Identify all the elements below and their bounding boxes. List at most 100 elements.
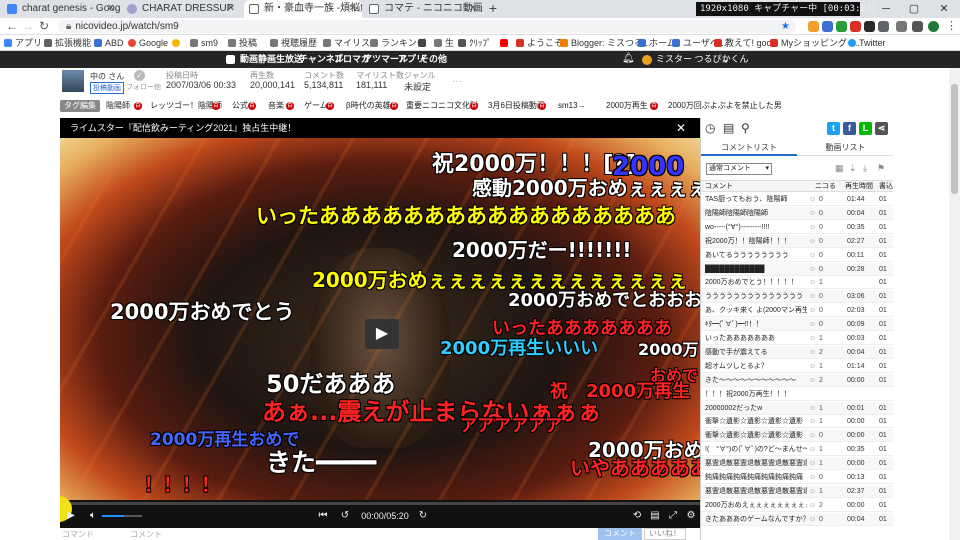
table-row[interactable]: 悪霊退散悪霊退散悪霊退散悪霊退散 ☺ 1 02:37 01 — [701, 484, 893, 498]
dictionary-icon[interactable]: 百 — [286, 102, 294, 110]
table-row[interactable]: 20000002だったw ☺ 1 00:01 01 — [701, 401, 893, 415]
bookmark-welcome[interactable]: ようこそ — [516, 35, 563, 51]
page-scrollbar[interactable] — [949, 68, 960, 540]
back-icon[interactable]: ← — [4, 18, 20, 35]
dictionary-icon[interactable]: 百 — [650, 102, 658, 110]
table-row[interactable]: 陰陽師陰陽師陰陽師 ☺ 0 00:04 01 — [701, 206, 893, 220]
close-tab-icon[interactable]: ✕ — [107, 0, 115, 18]
bookmark-upload[interactable]: 投稿 — [228, 35, 257, 51]
table-row[interactable]: あ、クッキ来く よ(2000マン再生記 ☺ 0 02:03 01 — [701, 304, 893, 318]
nicoru-icon[interactable]: ☺ — [809, 304, 816, 317]
bookmark-twitter[interactable]: Twitter — [848, 35, 886, 51]
fullscreen-icon[interactable]: ⤢ — [666, 509, 680, 523]
tag-edit-button[interactable]: タグ編集 — [60, 100, 100, 112]
seek-bar[interactable] — [60, 502, 700, 505]
tag-item[interactable]: ゲーム — [304, 98, 328, 114]
bookmark-home[interactable]: ホーム — [638, 35, 676, 51]
minimize-icon[interactable]: ─ — [872, 0, 900, 18]
nicoru-icon[interactable]: ☺ — [809, 221, 816, 234]
table-row[interactable]: 祝2000万！！陰陽師！！！ ☺ 0 02:27 01 — [701, 234, 893, 248]
close-tab-icon[interactable]: ✕ — [349, 0, 357, 18]
uploader-badge[interactable]: 投稿動画 — [90, 82, 124, 94]
table-row[interactable]: 悪霊退散悪霊退散悪霊退散悪霊退散 ☺ 1 00:00 01 — [701, 457, 893, 471]
comment-sort-select[interactable]: 通常コメント ▾ — [706, 163, 772, 175]
table-row[interactable]: ████████████ ☺ 0 00:28 01 — [701, 262, 893, 276]
nav-other[interactable]: その他 — [420, 51, 447, 68]
comment-toggle-icon[interactable]: ▤ — [648, 509, 662, 523]
nicoru-icon[interactable]: ☺ — [809, 276, 816, 289]
table-row[interactable]: あいてるうううううううう ☺ 0 00:11 01 — [701, 249, 893, 262]
dictionary-icon[interactable]: 百 — [134, 102, 142, 110]
nicoru-icon[interactable]: ☺ — [809, 235, 816, 248]
scroll-icon[interactable]: ⇣ — [849, 163, 857, 174]
nicoru-icon[interactable]: ☺ — [809, 443, 816, 456]
nicoru-icon[interactable]: ☺ — [809, 471, 816, 484]
table-row[interactable]: いったあああああああ ☺ 1 00:03 01 — [701, 332, 893, 345]
video-frame[interactable]: 祝2000万！！！[?]2000感動2000万おめぇぇぇぇぇぇいったああああああ… — [60, 138, 700, 500]
skip-back-icon[interactable]: ⏮ — [316, 509, 330, 523]
close-tab-icon[interactable]: ✕ — [227, 0, 235, 18]
command-input[interactable]: コマンド — [62, 529, 94, 540]
niconico-logo-icon[interactable] — [226, 55, 235, 64]
header-comment[interactable]: コメント — [705, 181, 733, 192]
extension-icon[interactable] — [822, 21, 833, 32]
extension-icon[interactable] — [850, 21, 861, 32]
browser-tab-4[interactable]: コマテ - ニコニコ動画 ✕ — [364, 0, 482, 18]
volume-slider[interactable] — [102, 515, 142, 517]
nicoru-icon[interactable]: ☺ — [809, 346, 816, 359]
table-row[interactable]: きた～～～～～～～～～～～ ☺ 2 00:00 01 — [701, 373, 893, 387]
dictionary-icon[interactable]: 百 — [538, 102, 546, 110]
bookmark-shopping[interactable]: Myショッピング -... — [770, 35, 860, 51]
calendar-icon[interactable]: ▦ — [835, 163, 844, 174]
table-row[interactable]: 超オムツしとるよ？ ☺ 1 01:14 01 — [701, 360, 893, 373]
table-row[interactable]: 衝撃☆遺影☆遺影☆遺影☆遺影 ☺ 0 00:00 01 — [701, 429, 893, 443]
tag-item[interactable]: 2000万再生 — [606, 98, 648, 114]
nicoru-icon[interactable]: ☺ — [809, 457, 816, 470]
follow-label[interactable]: フォロー他 — [126, 82, 161, 92]
bookmark-apps[interactable]: アプリ — [4, 35, 42, 51]
table-row[interactable]: 2000万おめえぇぇぇぇぇぇぇぇぇ ☺ 2 00:00 01 — [701, 499, 893, 512]
table-row[interactable]: ！！！祝2000万再生！！！ — [701, 388, 893, 401]
nicoad-icon[interactable]: ⚲ — [741, 121, 750, 135]
facebook-share-icon[interactable]: f — [843, 122, 856, 135]
bookmark-sm9[interactable]: sm9 — [190, 35, 218, 51]
like-button[interactable]: いいね！ — [644, 528, 686, 540]
nicoru-icon[interactable]: ☺ — [809, 485, 816, 498]
dictionary-icon[interactable]: 百 — [390, 102, 398, 110]
reload-icon[interactable]: ↻ — [36, 18, 52, 35]
bookmark-clip[interactable]: ｸﾘｯﾌﾟ — [458, 35, 492, 51]
bookmark-tool[interactable] — [418, 35, 429, 51]
play-overlay-button[interactable]: ▶ — [365, 319, 399, 349]
browser-tab-2[interactable]: CHARAT DRESSUP ✕ — [122, 0, 240, 18]
nicoru-icon[interactable]: ☺ — [809, 429, 816, 442]
tag-item[interactable]: sm13→ — [558, 98, 586, 114]
twitter-share-icon[interactable]: t — [827, 122, 840, 135]
avatar[interactable] — [928, 21, 939, 32]
close-icon[interactable]: ✕ — [674, 121, 688, 135]
extension-icon[interactable] — [836, 21, 847, 32]
report-icon[interactable]: ⚑ — [877, 163, 885, 174]
tag-item[interactable]: 音楽 — [268, 98, 284, 114]
table-row[interactable]: wo-----(°∀°)---------!!!! ☺ 0 00:35 01 — [701, 221, 893, 234]
tag-item[interactable]: 2000万回ぷよぷよを禁止した男 — [668, 98, 782, 114]
more-icon[interactable]: … — [452, 74, 462, 85]
extension-icon[interactable] — [864, 21, 875, 32]
volume-icon[interactable]: 🔈︎ — [86, 509, 100, 523]
bookmark-history[interactable]: 視聴履歴 — [270, 35, 317, 51]
media-control-icon[interactable] — [912, 21, 923, 32]
rewind-10-icon[interactable]: ↺ — [338, 509, 352, 523]
bookmark-star-icon[interactable]: ★ — [781, 20, 790, 33]
table-row[interactable]: TAS厨ってもおう、陰陽師 ☺ 0 01:44 01 — [701, 193, 893, 206]
submit-comment-button[interactable]: コメント — [598, 528, 642, 540]
nicoru-icon[interactable]: ☺ — [809, 263, 816, 276]
extension-icon[interactable] — [808, 21, 819, 32]
forward-icon[interactable]: → — [20, 18, 36, 35]
maximize-icon[interactable]: ▢ — [900, 0, 928, 18]
nicoru-icon[interactable]: ☺ — [809, 207, 816, 220]
share-icon[interactable]: ⋖ — [875, 122, 888, 135]
uploader-name[interactable]: 中の さん — [90, 71, 124, 82]
dictionary-icon[interactable]: 百 — [212, 102, 220, 110]
live-banner[interactable]: ライムスター『配信飲みーティング2021』独占生中継！ ✕ — [60, 118, 700, 138]
user-name[interactable]: ミスター つるぴかくん — [656, 51, 749, 68]
tag-item[interactable]: 陰陽師 — [106, 98, 130, 114]
